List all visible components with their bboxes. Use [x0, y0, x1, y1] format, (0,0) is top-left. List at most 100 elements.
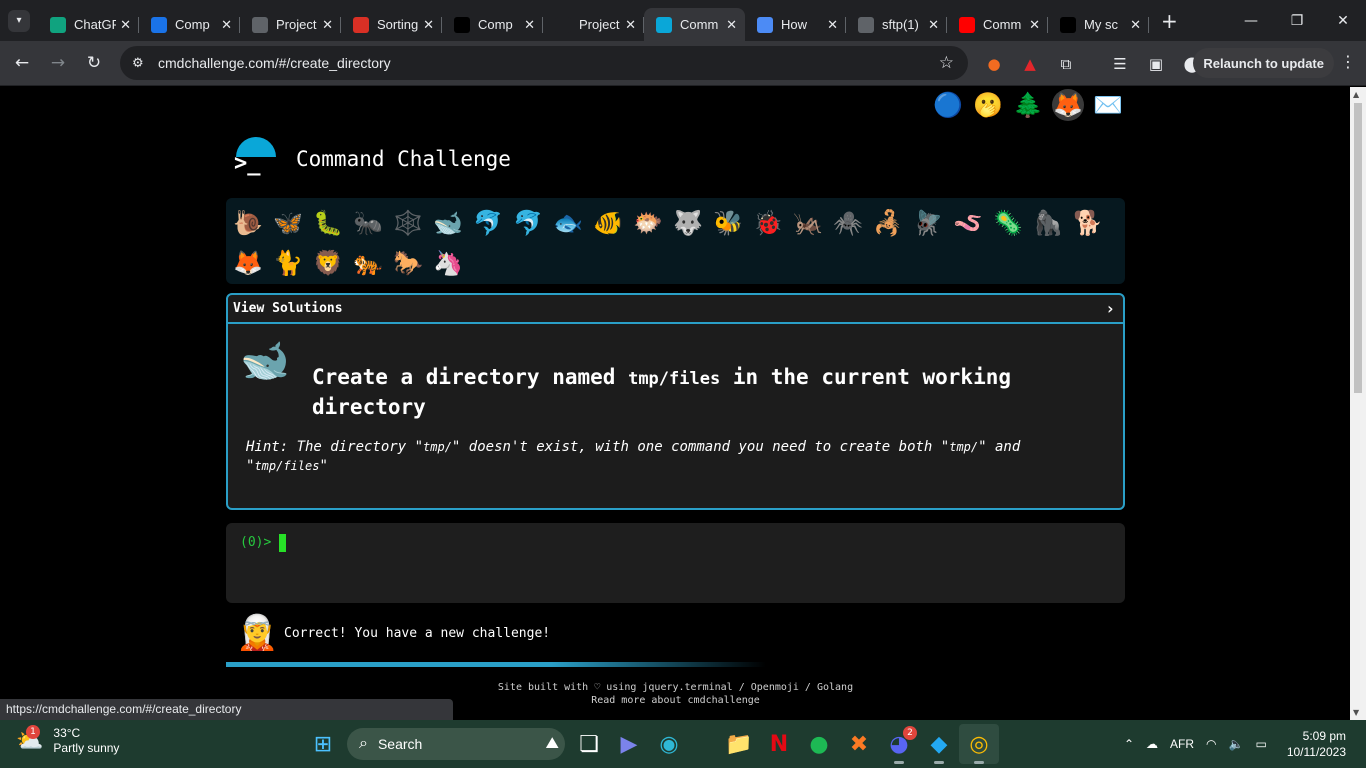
challenge-animal-icon[interactable]: 🐎 — [388, 243, 428, 283]
challenge-animal-icon[interactable]: 🦊 — [228, 243, 268, 283]
browser-tab[interactable]: Comp ✕ — [139, 8, 240, 41]
chevron-up-icon[interactable]: ⌃ — [1124, 737, 1134, 751]
close-tab-icon[interactable]: ✕ — [726, 17, 737, 33]
scroll-up-arrow[interactable]: ▲ — [1353, 90, 1359, 99]
challenge-animal-icon[interactable]: 🕸️ — [388, 203, 428, 243]
scroll-down-arrow[interactable]: ▼ — [1353, 708, 1359, 717]
close-tab-icon[interactable]: ✕ — [524, 17, 535, 33]
file-explorer-icon[interactable]: 📁 — [719, 724, 759, 764]
mail-icon[interactable]: ✉️ — [1092, 89, 1124, 121]
close-tab-icon[interactable]: ✕ — [221, 17, 232, 33]
close-tab-icon[interactable]: ✕ — [120, 17, 131, 33]
browser-tab[interactable]: Sorting ✕ — [341, 8, 442, 41]
browser-tab[interactable]: Comm ✕ — [644, 8, 745, 41]
close-window-button[interactable]: ✕ — [1320, 0, 1366, 41]
challenge-animal-icon[interactable]: 🐡 — [628, 203, 668, 243]
clock[interactable]: 5:09 pm 10/11/2023 — [1287, 728, 1346, 760]
browser-tab[interactable]: Project ✕ — [240, 8, 341, 41]
brave-extension-icon[interactable]: ● — [976, 55, 1012, 73]
netflix-icon[interactable]: N — [759, 724, 799, 764]
minimize-button[interactable]: — — [1228, 0, 1274, 41]
browser-tab[interactable]: sftp(1) ✕ — [846, 8, 947, 41]
forward-button[interactable]: → — [40, 45, 76, 81]
close-tab-icon[interactable]: ✕ — [928, 17, 939, 33]
challenge-animal-icon[interactable]: 🪱 — [948, 203, 988, 243]
browser-tab[interactable]: ChatGPT✕ — [38, 8, 139, 41]
challenge-animal-icon[interactable]: 🦗 — [788, 203, 828, 243]
reload-button[interactable]: ↻ — [76, 45, 112, 81]
language-indicator[interactable]: AFR — [1170, 737, 1194, 751]
page-scrollbar[interactable]: ▲ ▼ — [1350, 87, 1366, 720]
challenge-animal-icon[interactable]: 🦠 — [988, 203, 1028, 243]
tree-icon[interactable]: 🌲 — [1012, 89, 1044, 121]
challenge-animal-icon[interactable]: 🕷️ — [828, 203, 868, 243]
close-tab-icon[interactable]: ✕ — [423, 17, 434, 33]
close-tab-icon[interactable]: ✕ — [827, 17, 838, 33]
side-panel-icon[interactable]: ▣ — [1138, 55, 1174, 73]
browser-tab[interactable]: Comp ✕ — [442, 8, 543, 41]
close-tab-icon[interactable]: ✕ — [1130, 17, 1141, 33]
back-button[interactable]: ← — [4, 45, 40, 81]
relaunch-button[interactable]: Relaunch to update — [1193, 48, 1334, 78]
xampp-icon[interactable]: ✖ — [839, 724, 879, 764]
oops-icon[interactable]: 🫢 — [972, 89, 1004, 121]
challenge-animal-icon[interactable]: 🦁 — [308, 243, 348, 283]
challenge-animal-icon[interactable]: 🐋 — [428, 203, 468, 243]
menu-kebab-icon[interactable]: ⋮ — [1340, 52, 1356, 71]
battery-icon[interactable]: ▭ — [1255, 737, 1266, 751]
tab-search-button[interactable]: ▾ — [8, 9, 30, 32]
address-bar[interactable]: ⚙ cmdchallenge.com/#/create_directory ☆ — [120, 46, 968, 80]
discord-icon[interactable]: ◕ 2 — [879, 724, 919, 764]
chevron-right-icon[interactable]: › — [1105, 299, 1115, 318]
view-solutions-bar[interactable]: View Solutions › — [228, 295, 1123, 324]
weather-widget[interactable]: ⛅ 1 33°C Partly sunny — [16, 724, 119, 756]
scroll-thumb[interactable] — [1354, 103, 1362, 393]
challenge-animal-icon[interactable]: 🦂 — [868, 203, 908, 243]
task-view-icon[interactable]: ❏ — [569, 724, 609, 764]
taskbar-search[interactable]: ⌕ Search ⛰ — [347, 728, 565, 760]
start-windows-icon[interactable]: ⊞ — [303, 724, 343, 764]
challenge-animal-icon[interactable]: 🐅 — [348, 243, 388, 283]
gitlab-icon[interactable]: 🦊 — [1052, 89, 1084, 121]
onedrive-icon[interactable]: ☁ — [1146, 737, 1158, 751]
bookmark-star-icon[interactable]: ☆ — [939, 53, 954, 73]
wifi-icon[interactable]: ◠ — [1206, 737, 1216, 751]
edge-icon[interactable]: ◉ — [649, 724, 689, 764]
extensions-puzzle-icon[interactable]: ⧉ — [1048, 55, 1084, 73]
close-tab-icon[interactable]: ✕ — [1029, 17, 1040, 33]
challenge-animal-icon[interactable]: 🦍 — [1028, 203, 1068, 243]
chrome-icon[interactable]: ◎ — [959, 724, 999, 764]
challenge-animal-icon[interactable]: 🐺 — [668, 203, 708, 243]
browser-tab[interactable]: My sc ✕ — [1048, 8, 1149, 41]
challenge-animal-icon[interactable]: 🐞 — [748, 203, 788, 243]
media-control-icon[interactable]: ☰ — [1102, 55, 1138, 73]
restore-button[interactable]: ❐ — [1274, 0, 1320, 41]
challenge-animal-icon[interactable]: 🐟 — [548, 203, 588, 243]
volume-icon[interactable]: 🔈 — [1229, 737, 1244, 751]
challenge-animal-icon[interactable]: 🦄 — [428, 243, 468, 283]
close-tab-icon[interactable]: ✕ — [322, 17, 333, 33]
challenge-animal-icon[interactable]: 🐬 — [468, 203, 508, 243]
challenge-animal-icon[interactable]: 🐛 — [308, 203, 348, 243]
terminal-input[interactable]: (0)> — [226, 523, 1125, 603]
site-logo[interactable]: >_ — [230, 137, 278, 181]
challenge-animal-icon[interactable]: 🐜 — [348, 203, 388, 243]
url-text[interactable]: cmdchallenge.com/#/create_directory — [158, 55, 391, 71]
challenge-animal-icon[interactable]: 🪰 — [908, 203, 948, 243]
challenge-animal-icon[interactable]: 🦋 — [268, 203, 308, 243]
challenge-animal-icon[interactable]: 🐝 — [708, 203, 748, 243]
close-tab-icon[interactable]: ✕ — [625, 17, 636, 33]
challenge-animal-icon[interactable]: 🐠 — [588, 203, 628, 243]
vscode-icon[interactable]: ◆ — [919, 724, 959, 764]
meet-icon[interactable]: ▶ — [609, 724, 649, 764]
site-info-icon[interactable]: ⚙ — [132, 56, 154, 71]
browser-tab[interactable]: Project ✕ — [543, 8, 644, 41]
browser-tab[interactable]: Comm ✕ — [947, 8, 1048, 41]
cmdchallenge-icon[interactable]: 🔵 — [932, 89, 964, 121]
challenge-animal-icon[interactable]: 🐕 — [1068, 203, 1108, 243]
new-tab-button[interactable]: + — [1161, 9, 1178, 33]
challenge-animal-icon[interactable]: 🐈 — [268, 243, 308, 283]
browser-tab[interactable]: How ✕ — [745, 8, 846, 41]
challenge-animal-icon[interactable]: 🐌 — [228, 203, 268, 243]
pdf-extension-icon[interactable]: ▲ — [1012, 55, 1048, 73]
